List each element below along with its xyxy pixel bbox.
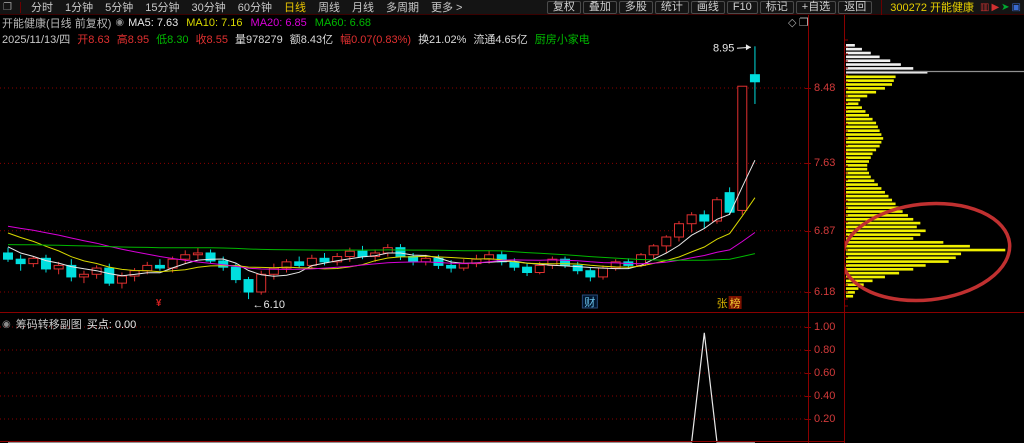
- tool-button-3[interactable]: 统计: [654, 0, 689, 14]
- chart-title: 开能健康(日线 前复权): [2, 17, 112, 30]
- period-item-0[interactable]: 分时: [25, 0, 59, 15]
- mini-chart-icon[interactable]: ▥: [980, 2, 989, 13]
- diamond-icon[interactable]: ◇: [788, 16, 796, 29]
- info-part-8: 换21.02%: [418, 34, 467, 46]
- price-axis-label: 8.48: [814, 82, 836, 94]
- ma-values: MA5: 7.63 MA10: 7.16 MA20: 6.85 MA60: 6.68: [128, 17, 379, 29]
- info-part-7: 幅0.07(0.83%): [340, 34, 412, 46]
- period-item-4[interactable]: 30分钟: [185, 0, 231, 15]
- tool-buttons: 复权 叠加 多股 统计 画线 F10 标记 +自选 返回: [546, 0, 873, 14]
- sub-axis-label: 0.20: [814, 413, 836, 425]
- period-item-7[interactable]: 周线: [312, 0, 346, 15]
- window-icon[interactable]: ❐: [3, 2, 12, 13]
- ma-value-2: MA20: 6.85: [250, 16, 307, 29]
- info-part-10: 厨房小家电: [534, 34, 590, 46]
- sub-axis-label: 0.80: [814, 344, 836, 356]
- sub-panel-title: 筹码转移副图: [15, 319, 82, 331]
- price-axis-label: 7.63: [814, 157, 836, 170]
- mini-icons: ▥ ▶ ➤ ▣: [980, 2, 1021, 13]
- bottom-border: [0, 441, 845, 442]
- stock-code-label[interactable]: 300272 开能健康: [881, 0, 974, 15]
- info-part-4: 收8.55: [195, 34, 228, 46]
- rank-badge: 张: [717, 297, 728, 310]
- sub-panel-header: ◉ 筹码转移副图 买点: 0.00: [2, 316, 136, 332]
- screen-icon[interactable]: ▣: [1012, 2, 1021, 13]
- toolbar-right: 复权 叠加 多股 统计 画线 F10 标记 +自选 返回 300272 开能健康 ▥ ▶ ➤ ▣: [546, 0, 1024, 15]
- low-price-callout: ←6.10: [253, 299, 285, 310]
- sub-axis-label: 1.00: [814, 321, 836, 333]
- tool-button-2[interactable]: 多股: [618, 0, 653, 14]
- period-menu: 分时 1分钟 5分钟 15分钟 30分钟 60分钟 日线 周线 月线 多周期 更多 >: [25, 0, 468, 15]
- sub-axis-label: 0.60: [814, 367, 836, 379]
- flag-icon[interactable]: ▶: [991, 2, 999, 13]
- top-menu-bar: ❐ 分时 1分钟 5分钟 15分钟 30分钟 60分钟 日线 周线 月线 多周期 更多 > 复权 叠加…: [0, 0, 1024, 15]
- ohlc-info-line: 2025/11/13/四 开8.63 高8.95 低8.30 收8.55 量978279 额…: [2, 31, 590, 47]
- tool-button-8[interactable]: 返回: [838, 0, 873, 14]
- info-part-6: 额8.43亿: [289, 34, 334, 46]
- tool-button-4[interactable]: 画线: [690, 0, 725, 14]
- period-item-2[interactable]: 5分钟: [99, 0, 139, 15]
- finance-report-badge: 财: [584, 295, 595, 309]
- trading-app-window: ❐ 分时 1分钟 5分钟 15分钟 30分钟 60分钟 日线 周线 月线 多周期 更多 > 复权 叠加…: [0, 0, 1024, 443]
- info-part-1: 开8.63: [77, 34, 110, 46]
- rank-badge-2: 榜: [730, 296, 741, 310]
- sub-axis-label: 0.40: [814, 390, 836, 402]
- tool-button-7[interactable]: +自选: [795, 0, 837, 14]
- period-item-1[interactable]: 1分钟: [59, 0, 99, 15]
- divider: [19, 1, 21, 13]
- tool-button-6[interactable]: 标记: [759, 0, 794, 14]
- tool-button-1[interactable]: 叠加: [582, 0, 617, 14]
- tool-button-0[interactable]: 复权: [546, 0, 581, 14]
- price-axis-label: 6.18: [814, 286, 836, 298]
- axis-right-border: [844, 15, 845, 443]
- info-part-3: 低8.30: [156, 34, 189, 46]
- sub-indicator-chart[interactable]: [0, 313, 808, 443]
- panel-divider[interactable]: [0, 312, 1024, 313]
- high-price-callout: 8.95: [713, 42, 734, 54]
- sub-indicator-icon[interactable]: ◉: [2, 319, 11, 330]
- indicator-toggle-icon[interactable]: ◉: [115, 17, 124, 28]
- buy-point-value: 买点: 0.00: [86, 319, 137, 331]
- info-part-0: 2025/11/13/四: [2, 34, 71, 46]
- dividend-event-icon: ¥: [156, 298, 162, 309]
- ma-value-3: MA60: 6.68: [314, 16, 372, 29]
- ma-value-0: MA5: 7.63: [128, 16, 179, 29]
- period-item-8[interactable]: 月线: [346, 0, 380, 15]
- period-item-9[interactable]: 多周期: [380, 0, 425, 15]
- period-item-10[interactable]: 更多 >: [425, 0, 468, 15]
- ma-value-1: MA10: 7.16: [186, 16, 243, 29]
- info-part-9: 流通4.65亿: [473, 34, 528, 46]
- period-item-5[interactable]: 60分钟: [232, 0, 278, 15]
- price-axis-label: 6.87: [814, 224, 836, 237]
- info-part-2: 高8.95: [116, 34, 150, 46]
- green-arrow-icon[interactable]: ➤: [1001, 2, 1009, 13]
- chart-right-border: [808, 15, 809, 443]
- tool-button-5[interactable]: F10: [726, 0, 758, 14]
- main-candlestick-chart[interactable]: 8.95 ←6.10 ¥ 财 张榜: [0, 30, 808, 310]
- chip-distribution-panel[interactable]: [845, 30, 1024, 311]
- period-item-6[interactable]: 日线: [278, 0, 312, 15]
- info-part-5: 量978279: [234, 34, 283, 46]
- chart-header: 开能健康(日线 前复权) ◉ MA5: 7.63 MA10: 7.16 MA20: …: [0, 15, 845, 30]
- period-item-3[interactable]: 15分钟: [139, 0, 185, 15]
